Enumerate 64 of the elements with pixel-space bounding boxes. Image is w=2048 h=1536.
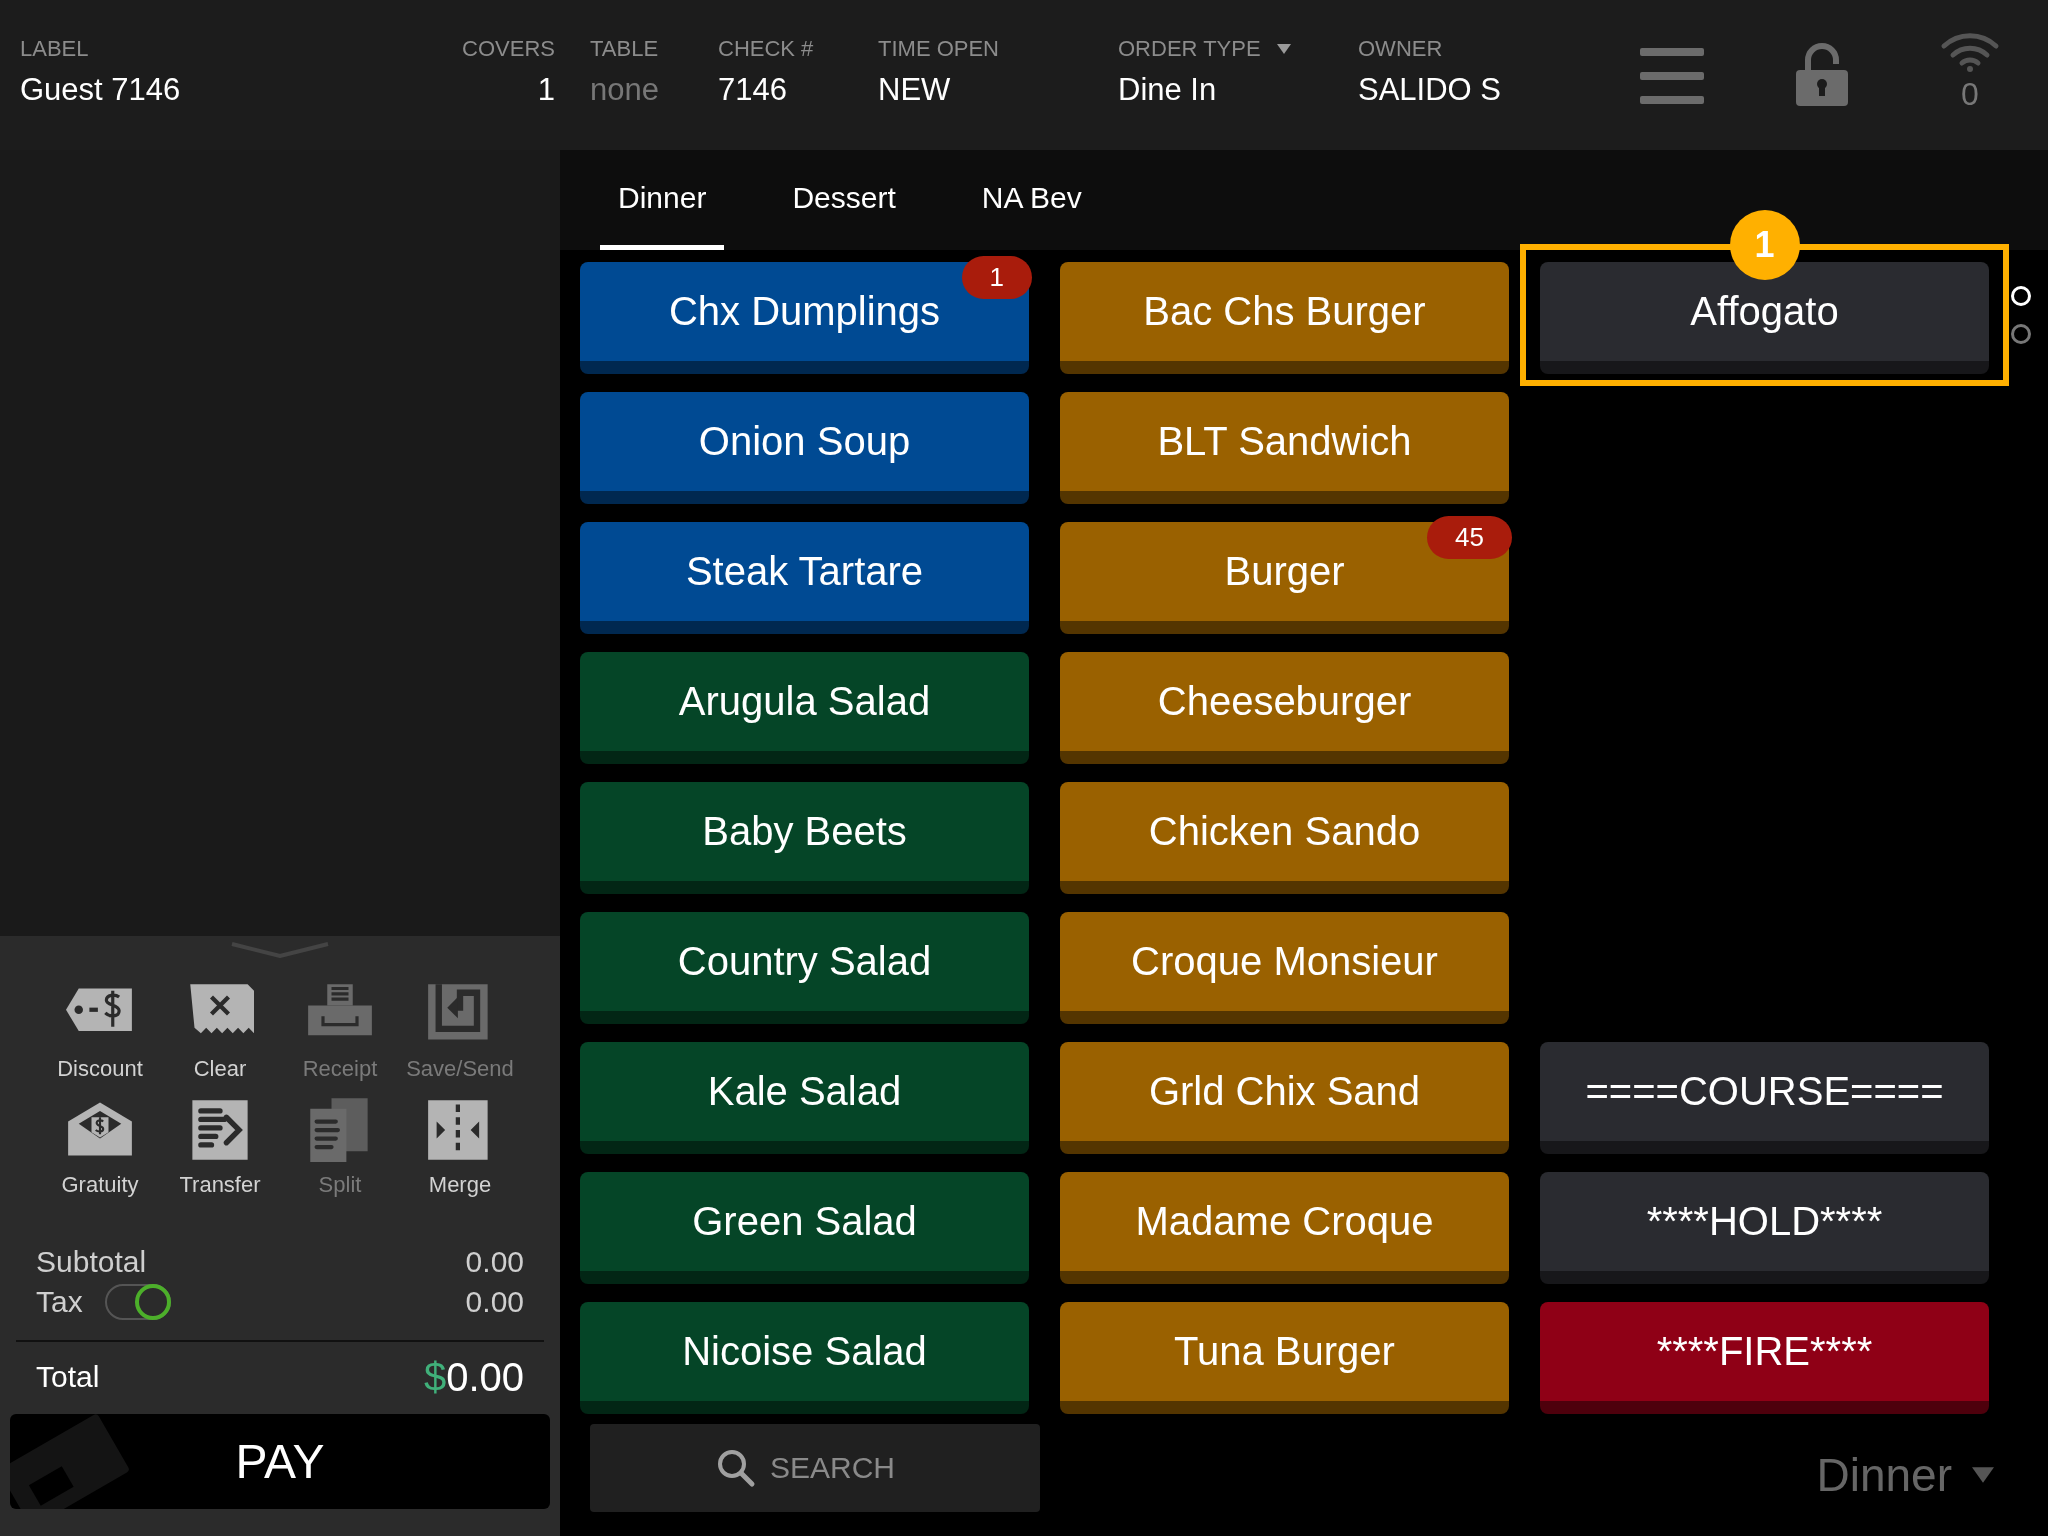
menu-item-button[interactable]: Grld Chix Sand [1060, 1042, 1509, 1154]
tax-value: 0.00 [465, 1285, 524, 1319]
menu-item-button[interactable]: ****HOLD**** [1540, 1172, 1989, 1284]
field-value: Dine In [1118, 72, 1218, 108]
menu-item-button[interactable]: Chicken Sando [1060, 782, 1509, 894]
field-value: none [590, 72, 660, 108]
field-label: ORDER TYPE [1118, 36, 1261, 62]
connection-count: 0 [1961, 76, 1979, 113]
tax-toggle[interactable] [104, 1284, 171, 1320]
menu-item-button[interactable]: Nicoise Salad [580, 1302, 1029, 1414]
total-label: Total [36, 1360, 100, 1394]
menu-item-button[interactable]: BLT Sandwich [1060, 392, 1509, 504]
currency-symbol: $ [423, 1354, 447, 1399]
count-badge: 1 [961, 256, 1032, 299]
menu-item-button[interactable]: ====COURSE==== [1540, 1042, 1989, 1154]
action-button[interactable]: Clear [160, 980, 280, 1082]
menu-item-button[interactable]: Affogato [1540, 262, 1989, 374]
field-value: Guest 7146 [20, 72, 182, 108]
menu-icon[interactable] [1640, 48, 1704, 104]
search-field[interactable]: SEARCH [590, 1424, 1040, 1512]
field-value: SALIDO S [1358, 72, 1502, 108]
caret-icon [1972, 1467, 1994, 1483]
menu-tab[interactable]: Dinner [600, 150, 725, 250]
menu-item-button[interactable]: Green Salad [580, 1172, 1029, 1284]
search-icon [716, 1448, 756, 1488]
action-button[interactable]: Transfer [160, 1096, 280, 1198]
action-button[interactable]: Merge [400, 1096, 520, 1198]
total-amount: 0.00 [446, 1354, 524, 1399]
field-label: LABEL [20, 36, 89, 62]
menu-selector[interactable]: Dinner [1810, 1447, 2000, 1503]
menu-item-button[interactable]: Steak Tartare [580, 522, 1029, 634]
subtotal-value: 0.00 [465, 1245, 524, 1279]
menu-item-button[interactable]: Arugula Salad [580, 652, 1029, 764]
pay-button[interactable]: PAY [10, 1414, 550, 1509]
menu-item-button[interactable]: Croque Monsieur [1060, 912, 1509, 1024]
field-label: TIME OPEN [878, 36, 999, 62]
subtotal-label: Subtotal [36, 1245, 147, 1279]
menu-tab[interactable]: Dessert [774, 150, 914, 250]
caret-icon[interactable] [1276, 44, 1291, 54]
field-label: CHECK # [718, 36, 814, 62]
wifi-icon [1940, 32, 2000, 72]
card-icon [10, 1414, 130, 1509]
menu-item-button[interactable]: Country Salad [580, 912, 1029, 1024]
field-value: NEW [878, 72, 952, 108]
menu-item-button[interactable]: Madame Croque [1060, 1172, 1509, 1284]
menu-item-button[interactable]: Cheeseburger [1060, 652, 1509, 764]
menu-item-button[interactable]: Kale Salad [580, 1042, 1029, 1154]
action-button[interactable]: Gratuity [40, 1096, 160, 1198]
menu-item-button[interactable]: Bac Chs Burger [1060, 262, 1509, 374]
menu-item-button[interactable]: Tuna Burger [1060, 1302, 1509, 1414]
field-label: OWNER [1358, 36, 1443, 62]
menu-tab[interactable]: NA Bev [963, 150, 1100, 250]
tax-label: Tax [36, 1285, 83, 1319]
field-value: 1 [537, 72, 555, 108]
menu-item-button[interactable]: Onion Soup [580, 392, 1029, 504]
count-badge: 45 [1427, 516, 1512, 559]
action-button[interactable]: Discount [40, 980, 160, 1082]
page-dot[interactable] [2011, 324, 2031, 344]
menu-item-button[interactable]: ****FIRE**** [1540, 1302, 1989, 1414]
menu-item-button[interactable]: Baby Beets [580, 782, 1029, 894]
lock-icon[interactable] [1796, 42, 1848, 106]
field-label: TABLE [590, 36, 659, 62]
field-value: 7146 [718, 72, 788, 108]
field-label: COVERS [462, 36, 555, 62]
